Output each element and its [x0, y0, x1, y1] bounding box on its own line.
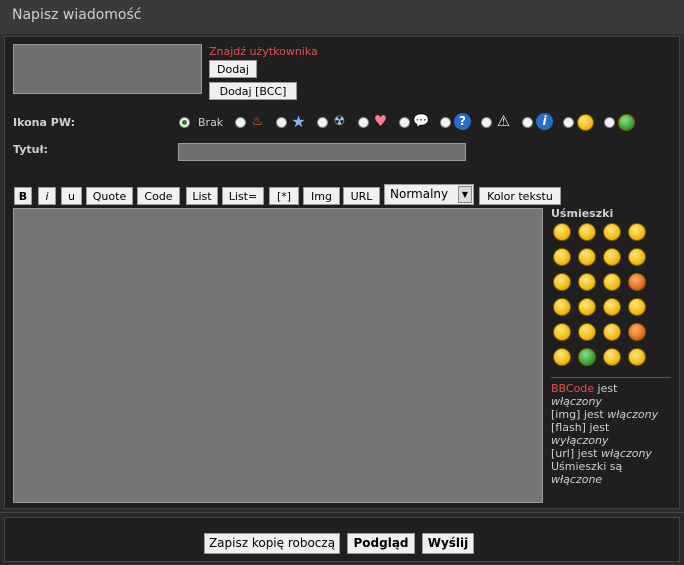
smiley-icon[interactable]: [578, 348, 596, 366]
idea-face-icon: [577, 114, 594, 131]
url-button[interactable]: URL: [343, 187, 380, 205]
speech-bubble-icon: 💬: [413, 114, 430, 129]
message-textarea[interactable]: [13, 208, 543, 503]
preview-button[interactable]: Podgląd: [347, 533, 415, 554]
title-input[interactable]: [178, 143, 466, 161]
smiley-icon[interactable]: [603, 348, 621, 366]
smiley-icon[interactable]: [603, 248, 621, 266]
smilies-title: Uśmieszki: [551, 207, 614, 220]
smiley-icon[interactable]: [578, 248, 596, 266]
smilies-state: włączone: [551, 473, 603, 486]
warning-icon: ⚠: [496, 112, 511, 130]
smiley-icon[interactable]: [578, 323, 596, 341]
bbcode-text: jest: [594, 382, 618, 395]
smiley-icon[interactable]: [628, 248, 646, 266]
url-text: [url] jest: [551, 447, 601, 460]
img-button[interactable]: Img: [303, 187, 340, 205]
icon-radio-radioactive[interactable]: [317, 117, 328, 128]
window-header: Napisz wiadomość: [0, 0, 684, 34]
smiley-icon[interactable]: [553, 348, 571, 366]
smiley-icon[interactable]: [553, 223, 571, 241]
recipients-field[interactable]: [13, 44, 202, 94]
question-icon: ?: [454, 113, 471, 130]
bbcode-state: włączony: [551, 395, 602, 408]
save-draft-button[interactable]: Zapisz kopię roboczą: [204, 533, 340, 554]
fire-icon: ♨: [251, 114, 264, 129]
info-icon: i: [536, 113, 553, 130]
footer-bar: Zapisz kopię roboczą Podgląd Wyślij: [0, 512, 684, 565]
smiley-icon[interactable]: [628, 348, 646, 366]
url-state: włączony: [601, 447, 652, 460]
smilies-text: Uśmieszki są: [551, 460, 623, 473]
smiley-icon[interactable]: [553, 298, 571, 316]
smiley-icon[interactable]: [578, 298, 596, 316]
smiley-icon[interactable]: [578, 273, 596, 291]
star-icon: ★: [291, 112, 306, 131]
icon-radio-warning[interactable]: [481, 117, 492, 128]
smiley-icon[interactable]: [628, 298, 646, 316]
code-button[interactable]: Code: [137, 187, 180, 205]
bold-button[interactable]: B: [14, 187, 32, 205]
quote-button[interactable]: Quote: [86, 187, 133, 205]
icon-radio-none[interactable]: [179, 117, 190, 128]
radioactive-icon: ☢: [333, 114, 346, 129]
icon-none-label: Brak: [198, 116, 224, 129]
font-size-select[interactable]: Normalny ▼: [384, 184, 474, 205]
smiley-icon[interactable]: [628, 323, 646, 341]
list-button[interactable]: List: [186, 187, 218, 205]
smiley-icon[interactable]: [603, 223, 621, 241]
italic-button[interactable]: i: [38, 187, 56, 205]
title-label: Tytuł:: [13, 143, 48, 156]
ordered-list-button[interactable]: List=: [222, 187, 264, 205]
flash-text: [flash] jest: [551, 421, 610, 434]
icon-radio-question[interactable]: [440, 117, 451, 128]
icon-label: Ikona PW:: [13, 116, 76, 129]
post-settings-info: BBCode jest włączony [img] jest włączony…: [551, 382, 679, 486]
img-text: [img] jest: [551, 408, 608, 421]
icon-radio-alien[interactable]: [604, 117, 615, 128]
bbcode-link[interactable]: BBCode: [551, 382, 594, 395]
chevron-down-icon[interactable]: ▼: [458, 186, 472, 203]
page-title: Napisz wiadomość: [12, 7, 142, 23]
smiley-icon[interactable]: [603, 298, 621, 316]
divider: [551, 377, 671, 378]
smiley-icon[interactable]: [553, 273, 571, 291]
list-item-button[interactable]: [*]: [269, 187, 299, 205]
flash-state: wyłączony: [551, 434, 609, 447]
smiley-icon[interactable]: [628, 273, 646, 291]
icon-radio-star[interactable]: [276, 117, 287, 128]
icon-radio-fire[interactable]: [235, 117, 246, 128]
underline-button[interactable]: u: [61, 187, 82, 205]
compose-panel: Znajdź użytkownika Dodaj Dodaj [BCC] Iko…: [4, 36, 680, 509]
font-size-value: Normalny: [390, 187, 449, 201]
smiley-icon[interactable]: [553, 323, 571, 341]
smiley-icon[interactable]: [553, 248, 571, 266]
icon-radio-idea[interactable]: [563, 117, 574, 128]
smiley-icon[interactable]: [603, 323, 621, 341]
icon-radio-info[interactable]: [522, 117, 533, 128]
add-recipient-button[interactable]: Dodaj: [209, 60, 257, 78]
text-color-button[interactable]: Kolor tekstu: [479, 187, 561, 205]
smiley-icon[interactable]: [603, 273, 621, 291]
footer-panel: Zapisz kopię roboczą Podgląd Wyślij: [4, 517, 680, 562]
smiley-icon[interactable]: [578, 223, 596, 241]
img-state: włączony: [607, 408, 659, 421]
smiley-icon[interactable]: [628, 223, 646, 241]
alien-icon: [618, 114, 635, 131]
icon-radio-heart[interactable]: [358, 117, 369, 128]
find-user-link[interactable]: Znajdź użytkownika: [209, 45, 318, 58]
heart-icon: ♥: [373, 112, 388, 130]
icon-radio-speech[interactable]: [399, 117, 410, 128]
send-button[interactable]: Wyślij: [422, 533, 474, 554]
add-bcc-button[interactable]: Dodaj [BCC]: [209, 82, 297, 100]
